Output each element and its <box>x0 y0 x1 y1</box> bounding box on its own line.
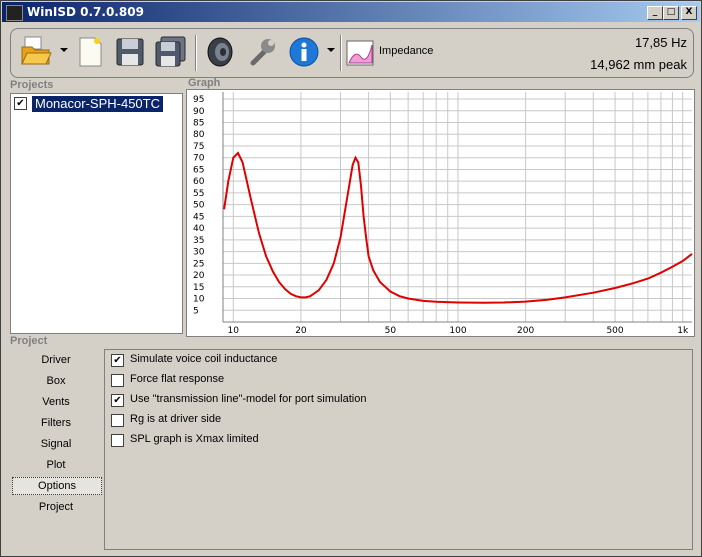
nav-signal[interactable]: Signal <box>12 435 100 453</box>
option-label: Force flat response <box>130 373 225 385</box>
excursion-readout: 14,962 mm peak <box>590 57 687 72</box>
y-tick-label: 30 <box>193 248 205 258</box>
projects-list[interactable]: ✔ Monacor-SPH-450TC <box>10 93 183 334</box>
y-tick-label: 15 <box>193 283 204 293</box>
y-tick-label: 50 <box>193 201 205 211</box>
checkbox[interactable]: ✔ <box>111 354 124 367</box>
speaker-icon[interactable] <box>203 35 237 69</box>
y-tick-label: 65 <box>193 165 204 175</box>
window-title: WinISD 0.7.0.809 <box>27 5 144 19</box>
nav-vents[interactable]: Vents <box>12 393 100 411</box>
wrench-icon[interactable] <box>245 35 279 69</box>
y-tick-label: 25 <box>193 259 204 269</box>
y-tick-label: 5 <box>193 306 199 316</box>
y-tick-label: 10 <box>193 295 205 305</box>
title-bar[interactable]: WinISD 0.7.0.809 _ □ X <box>2 2 700 22</box>
project-name[interactable]: Monacor-SPH-450TC <box>32 96 163 112</box>
minimize-button[interactable]: _ <box>647 6 663 20</box>
y-tick-label: 90 <box>193 107 205 117</box>
x-tick-label: 100 <box>449 326 466 336</box>
project-section-label: Project <box>10 335 48 347</box>
x-tick-label: 20 <box>295 326 307 336</box>
save-icon[interactable] <box>113 35 147 69</box>
y-tick-label: 85 <box>193 119 204 129</box>
nav-filters[interactable]: Filters <box>12 414 100 432</box>
y-tick-label: 55 <box>193 189 204 199</box>
nav-plot[interactable]: Plot <box>12 456 100 474</box>
x-tick-label: 10 <box>228 326 240 336</box>
nav-options[interactable]: Options <box>12 477 102 495</box>
option-label: SPL graph is Xmax limited <box>130 433 259 445</box>
project-checkbox[interactable]: ✔ <box>14 97 27 110</box>
checkbox[interactable]: ✔ <box>111 394 124 407</box>
y-tick-label: 45 <box>193 212 204 222</box>
new-icon[interactable] <box>73 35 107 69</box>
open-dropdown-icon[interactable] <box>60 48 68 52</box>
y-tick-label: 75 <box>193 142 204 152</box>
x-tick-label: 1k <box>677 326 689 336</box>
nav-driver[interactable]: Driver <box>12 351 100 369</box>
frequency-readout: 17,85 Hz <box>634 35 687 50</box>
checkbox[interactable] <box>111 434 124 447</box>
info-icon[interactable] <box>287 35 321 69</box>
y-tick-label: 40 <box>193 224 205 234</box>
graph-type-label[interactable]: Impedance <box>379 45 433 57</box>
checkbox[interactable] <box>111 374 124 387</box>
checkbox[interactable] <box>111 414 124 427</box>
toolbar: Impedance 17,85 Hz 14,962 mm peak <box>10 28 694 78</box>
x-tick-label: 200 <box>517 326 534 336</box>
y-tick-label: 80 <box>193 130 205 140</box>
app-icon <box>6 5 23 21</box>
impedance-chart: 5101520253035404550556065707580859095 10… <box>193 92 693 336</box>
x-tick-label: 50 <box>385 326 397 336</box>
list-item[interactable]: ✔ Monacor-SPH-450TC <box>13 96 179 112</box>
toolbar-separator <box>195 35 197 71</box>
toolbar-separator <box>340 35 342 71</box>
app-window: WinISD 0.7.0.809 _ □ X Impedance 17,85 H… <box>0 0 702 557</box>
open-icon[interactable] <box>19 35 53 69</box>
y-tick-label: 95 <box>193 95 204 105</box>
option-label: Simulate voice coil inductance <box>130 353 278 365</box>
graph-label: Graph <box>188 77 221 89</box>
info-dropdown-icon[interactable] <box>327 48 335 52</box>
projects-label: Projects <box>10 79 54 91</box>
option-label: Use "transmission line"-model for port s… <box>130 393 367 405</box>
y-tick-label: 70 <box>193 154 205 164</box>
nav-project[interactable]: Project <box>12 498 100 516</box>
graph-icon[interactable] <box>345 35 375 69</box>
nav-box[interactable]: Box <box>12 372 100 390</box>
maximize-button[interactable]: □ <box>663 6 679 20</box>
options-panel: ✔ Simulate voice coil inductance Force f… <box>104 349 693 550</box>
option-label: Rg is at driver side <box>130 413 222 425</box>
save-all-icon[interactable] <box>153 35 187 69</box>
y-tick-label: 35 <box>193 236 204 246</box>
y-tick-label: 20 <box>193 271 205 281</box>
graph-area[interactable]: 5 10 15 20 25 30 35 40 45 50 55 60 65 70 75 80 85 90 95 10… <box>186 89 695 337</box>
x-tick-label: 500 <box>606 326 623 336</box>
close-button[interactable]: X <box>681 6 697 20</box>
y-tick-label: 60 <box>193 177 205 187</box>
